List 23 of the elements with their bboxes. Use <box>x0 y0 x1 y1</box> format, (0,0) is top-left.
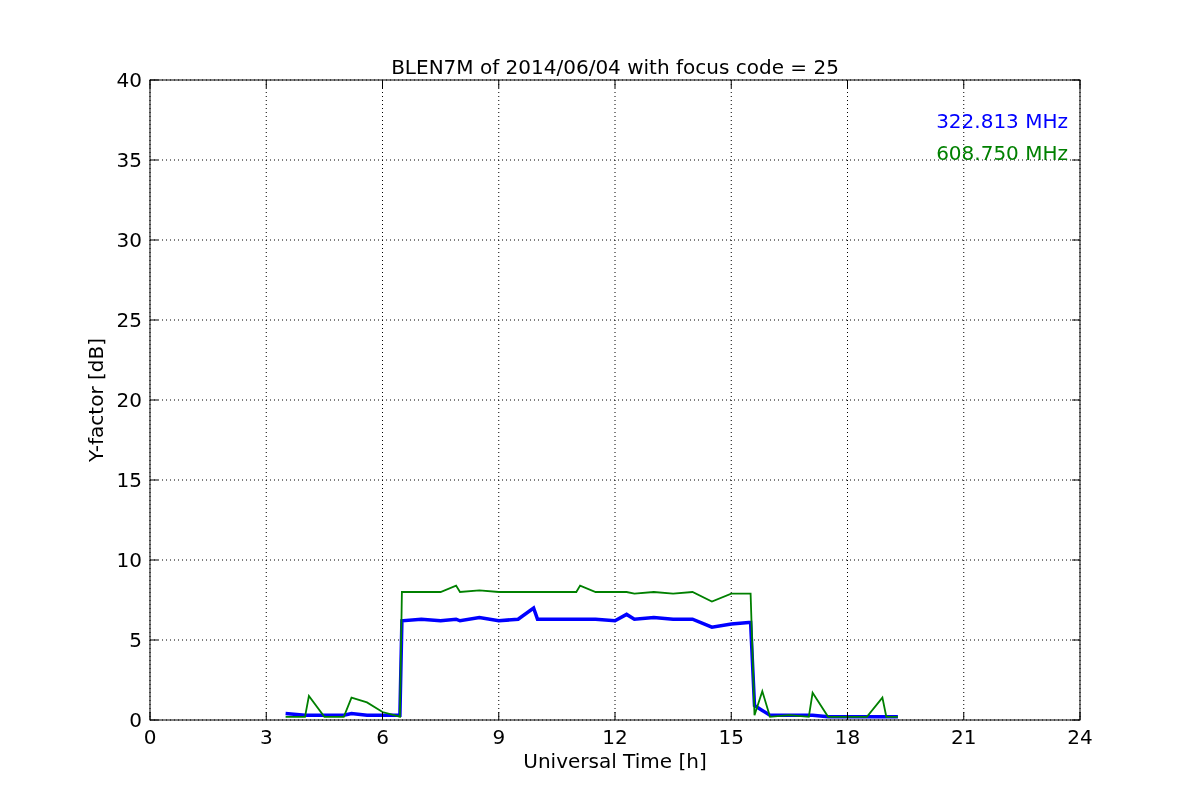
tick-label: 40 <box>116 68 142 92</box>
tick-label: 5 <box>129 628 142 652</box>
tick-label: 18 <box>834 725 861 749</box>
tick-label: 15 <box>116 468 142 492</box>
tick-label: 0 <box>143 725 157 749</box>
axis-label: Y-factor [dB] <box>84 338 108 462</box>
tick-label: 10 <box>116 548 142 572</box>
tick-label: 12 <box>602 725 628 749</box>
tick-label: 25 <box>116 308 142 332</box>
tick-label: 6 <box>376 725 389 749</box>
tick-label: 21 <box>951 725 977 749</box>
tick-label: 30 <box>116 228 142 252</box>
legend-label: 322.813 MHz <box>936 109 1068 133</box>
tick-label: 15 <box>718 725 744 749</box>
tick-label: 24 <box>1067 725 1093 749</box>
tick-label: 35 <box>116 148 142 172</box>
chart-title: BLEN7M of 2014/06/04 with focus code = 25 <box>391 55 839 79</box>
tick-label: 9 <box>492 725 506 749</box>
tick-label: 3 <box>259 725 273 749</box>
axis-label: Universal Time [h] <box>523 749 707 773</box>
tick-label: 0 <box>129 708 142 732</box>
legend-label: 608.750 MHz <box>936 141 1068 165</box>
tick-label: 20 <box>116 388 142 412</box>
